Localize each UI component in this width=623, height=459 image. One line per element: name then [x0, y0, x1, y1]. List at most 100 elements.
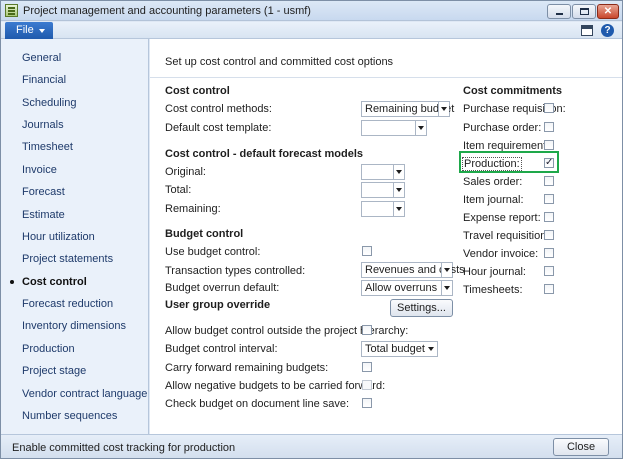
sidebar-item-estimate[interactable]: Estimate: [1, 205, 148, 225]
sidebar-item-forecast-reduction[interactable]: Forecast reduction: [1, 294, 148, 314]
menu-bar: File ?: [1, 22, 622, 39]
status-text: Enable committed cost tracking for produ…: [12, 442, 236, 454]
close-icon: ✕: [603, 6, 613, 17]
minimize-button[interactable]: [547, 4, 571, 19]
sidebar-item-project-statements[interactable]: Project statements: [1, 249, 148, 269]
main-content: Set up cost control and committed cost o…: [150, 39, 622, 434]
default-cost-template-label: Default cost template:: [165, 122, 272, 134]
maximize-button[interactable]: [572, 4, 596, 19]
commit-vendor-invoice-checkbox[interactable]: [544, 248, 554, 258]
chevron-down-icon: [441, 281, 452, 295]
status-bar: Enable committed cost tracking for produ…: [1, 434, 622, 458]
sidebar-item-label: Vendor contract language: [22, 388, 148, 400]
allow-negative-label: Allow negative budgets to be carried for…: [165, 380, 386, 392]
commit-item-requirement-checkbox[interactable]: [544, 140, 554, 150]
commit-purchase-requisition-checkbox[interactable]: [544, 103, 554, 113]
sidebar-nav: General Financial Scheduling Journals Ti…: [1, 39, 149, 434]
sidebar-item-label: Project stage: [22, 365, 87, 377]
budget-control-interval-select[interactable]: Total budget: [361, 341, 438, 357]
sidebar-item-project-stage[interactable]: Project stage: [1, 361, 148, 381]
commit-expense-report-checkbox[interactable]: [544, 212, 554, 222]
file-menu-button[interactable]: File: [5, 22, 53, 39]
sidebar-item-vendor-contract-language[interactable]: Vendor contract language: [1, 384, 148, 404]
sidebar-item-scheduling[interactable]: Scheduling: [1, 93, 148, 113]
sidebar-item-inventory-dimensions[interactable]: Inventory dimensions: [1, 316, 148, 336]
commit-item-journal-checkbox[interactable]: [544, 194, 554, 204]
chevron-down-icon: [393, 165, 404, 179]
sidebar-item-label: Journals: [22, 119, 64, 131]
panel-toggle-icon[interactable]: [581, 25, 593, 36]
sidebar-item-invoice[interactable]: Invoice: [1, 160, 148, 180]
window-title: Project management and accounting parame…: [23, 5, 311, 17]
chevron-down-icon: [438, 102, 449, 116]
budget-overrun-default-label: Budget overrun default:: [165, 282, 280, 294]
sidebar-item-label: Financial: [22, 74, 67, 86]
page-intro: Set up cost control and committed cost o…: [165, 56, 394, 68]
default-cost-template-select[interactable]: [361, 120, 427, 136]
sidebar-item-label: Hour utilization: [22, 231, 95, 243]
parameters-window: Project management and accounting parame…: [0, 0, 623, 459]
chevron-down-icon: [393, 183, 404, 197]
sidebar-item-journals[interactable]: Journals: [1, 115, 148, 135]
chevron-down-icon: [415, 121, 426, 135]
sidebar-item-financial[interactable]: Financial: [1, 70, 148, 90]
minimize-icon: [556, 13, 563, 15]
chevron-down-icon: [39, 29, 45, 33]
total-select[interactable]: [361, 182, 405, 198]
commit-timesheets-checkbox[interactable]: [544, 284, 554, 294]
sidebar-item-forecast[interactable]: Forecast: [1, 182, 148, 202]
close-window-button[interactable]: ✕: [597, 4, 619, 19]
sidebar-item-label: Production: [22, 343, 75, 355]
sidebar-item-timesheet[interactable]: Timesheet: [1, 137, 148, 157]
allow-negative-checkbox[interactable]: [362, 380, 372, 390]
sidebar-item-production[interactable]: Production: [1, 339, 148, 359]
cost-control-methods-select[interactable]: Remaining budget: [361, 101, 454, 117]
divider: [150, 77, 622, 78]
settings-button[interactable]: Settings...: [390, 299, 453, 317]
sidebar-item-label: Forecast reduction: [22, 298, 114, 310]
sidebar-item-label: Project statements: [22, 253, 114, 265]
commit-purchase-order-checkbox[interactable]: [544, 122, 554, 132]
cost-commitments-heading: Cost commitments: [463, 85, 563, 97]
sidebar-item-label: Invoice: [22, 164, 57, 176]
check-budget-on-save-checkbox[interactable]: [362, 398, 372, 408]
commit-travel-requisition-label: Travel requisition:: [463, 230, 550, 242]
budget-overrun-default-select[interactable]: Allow overruns: [361, 280, 453, 296]
transaction-types-label: Transaction types controlled:: [165, 265, 306, 277]
commit-hour-journal-label: Hour journal:: [463, 266, 526, 278]
transaction-types-select[interactable]: Revenues and costs: [361, 262, 465, 278]
use-budget-control-checkbox[interactable]: [362, 246, 372, 256]
commit-sales-order-checkbox[interactable]: [544, 176, 554, 186]
forecast-models-heading: Cost control - default forecast models: [165, 148, 364, 160]
sidebar-item-general[interactable]: General: [1, 48, 148, 68]
sidebar-item-hour-utilization[interactable]: Hour utilization: [1, 227, 148, 247]
sidebar-item-label: Scheduling: [22, 97, 77, 109]
budget-control-interval-label: Budget control interval:: [165, 343, 278, 355]
commit-item-journal-label: Item journal:: [463, 194, 524, 206]
check-budget-on-save-label: Check budget on document line save:: [165, 398, 350, 410]
commit-travel-requisition-checkbox[interactable]: [544, 230, 554, 240]
close-button[interactable]: Close: [553, 438, 609, 456]
commit-expense-report-label: Expense report:: [463, 212, 541, 224]
remaining-select[interactable]: [361, 201, 405, 217]
original-select[interactable]: [361, 164, 405, 180]
sidebar-item-label: Inventory dimensions: [22, 320, 126, 332]
original-label: Original:: [165, 166, 206, 178]
carry-forward-checkbox[interactable]: [362, 362, 372, 372]
active-bullet-icon: [10, 280, 14, 284]
help-icon[interactable]: ?: [601, 24, 614, 37]
commit-sales-order-label: Sales order:: [463, 176, 523, 188]
total-label: Total:: [165, 184, 192, 196]
outside-hierarchy-checkbox[interactable]: [362, 325, 372, 335]
commit-hour-journal-checkbox[interactable]: [544, 266, 554, 276]
cost-control-methods-label: Cost control methods:: [165, 103, 272, 115]
chevron-down-icon: [393, 202, 404, 216]
production-highlight-frame: [459, 151, 559, 173]
sidebar-item-label: Estimate: [22, 209, 65, 221]
chevron-down-icon: [426, 342, 437, 356]
form-icon: [5, 4, 18, 17]
file-menu-label: File: [16, 24, 34, 36]
sidebar-item-cost-control[interactable]: Cost control: [1, 272, 148, 292]
maximize-icon: [580, 8, 589, 15]
sidebar-item-number-sequences[interactable]: Number sequences: [1, 406, 148, 426]
